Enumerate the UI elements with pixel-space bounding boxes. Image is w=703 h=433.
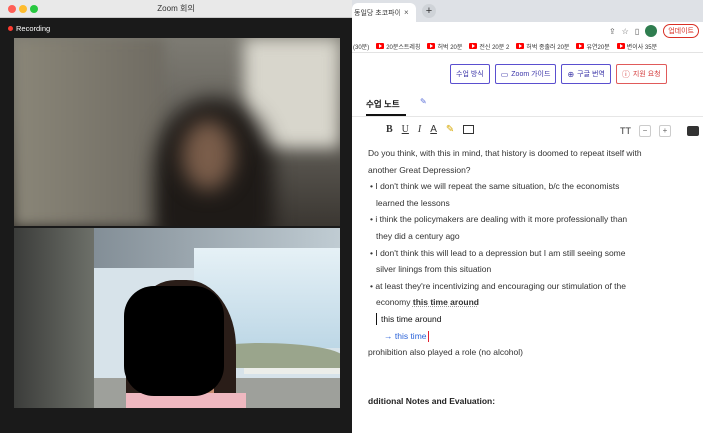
update-button[interactable]: 업데이트 <box>663 24 699 38</box>
toolbar-button-0[interactable]: 수업 방식 <box>450 64 490 84</box>
bookmark-label: 허벅 종출러 20분 <box>526 44 570 51</box>
note-line: prohibition also played a role (no alcoh… <box>368 347 523 358</box>
zoom-titlebar[interactable]: Zoom 회의 <box>0 0 352 18</box>
divider <box>352 116 703 117</box>
note-bullet: • I don't think we will repeat the same … <box>370 181 620 192</box>
tab-strip: 동일당 초코파이 - × + <box>352 0 703 22</box>
bookmark-label: 유연20분 <box>586 44 610 51</box>
bold-phrase: this time around <box>412 297 479 308</box>
decrease-size-button[interactable]: − <box>639 125 651 137</box>
close-tab-icon[interactable]: × <box>404 8 409 17</box>
print-icon[interactable] <box>687 126 699 136</box>
globe-icon: ⊕ <box>567 69 575 79</box>
browser-actions: ⇪ ☆ ▯ 업데이트 <box>609 24 699 38</box>
note-line: economy this time around <box>376 297 479 308</box>
lesson-toolbar: 수업 방식 ▭ Zoom 가이드 ⊕ 구글 번역 ⓘ 지원 요청 <box>450 64 667 84</box>
zoom-window: Zoom 회의 Recording <box>0 0 352 433</box>
video-icon: ▭ <box>500 69 509 79</box>
participant-face-blurred <box>182 120 234 190</box>
toolbar-button-label: 구글 번역 <box>577 71 605 78</box>
bold-button[interactable]: B <box>386 124 393 135</box>
info-icon: ⓘ <box>621 69 630 79</box>
background-wall <box>14 38 164 226</box>
toolbar-button-label: 수업 방식 <box>456 71 484 78</box>
youtube-icon <box>376 43 385 49</box>
toolbar-button-1[interactable]: ▭ Zoom 가이드 <box>494 64 557 84</box>
bookmark-item[interactable]: 20분스트레칭 <box>376 42 420 51</box>
note-line: this time around <box>381 313 442 324</box>
share-icon[interactable]: ⇪ <box>609 27 616 36</box>
format-toolbar: B U I A ✎ <box>386 124 475 135</box>
highlight-icon[interactable]: ✎ <box>446 124 454 135</box>
note-cursor-line: this time around <box>368 311 698 328</box>
note-line: Do you think, with this in mind, that hi… <box>368 148 642 158</box>
note-bullet: • i think the policymakers are dealing w… <box>370 214 628 225</box>
note-bullet: • I don't think this will lead to a depr… <box>370 247 626 258</box>
italic-button[interactable]: I <box>418 124 421 135</box>
notes-editor[interactable]: Do you think, with this in mind, that hi… <box>368 145 698 361</box>
suggestion-line: → this time <box>384 330 429 342</box>
text-caret <box>376 313 377 326</box>
youtube-icon <box>516 43 525 49</box>
bookmark-item[interactable]: 변이사 35분 <box>616 42 658 51</box>
bookmark-item[interactable]: 전신 20분 2 <box>469 42 509 51</box>
background-wall <box>14 228 94 408</box>
edit-icon[interactable]: ✎ <box>420 97 427 106</box>
bookmark-star-icon[interactable]: ☆ <box>622 27 629 36</box>
browser-tab-title: 동일당 초코파이 - <box>354 9 400 17</box>
zoom-window-title: Zoom 회의 <box>157 4 195 13</box>
youtube-icon <box>616 43 625 49</box>
text-size-icon: TT <box>620 126 631 136</box>
address-bar-row: ⇪ ☆ ▯ 업데이트 <box>352 22 703 40</box>
bookmark-label: 전신 20분 2 <box>479 44 510 51</box>
insert-image-icon[interactable] <box>463 125 475 134</box>
youtube-icon <box>427 43 436 49</box>
toolbar-button-3[interactable]: ⓘ 지원 요청 <box>615 64 667 84</box>
profile-avatar[interactable] <box>645 25 658 37</box>
youtube-icon <box>576 43 585 49</box>
bookmark-label: 20분스트레칭 <box>386 44 421 51</box>
underline-button[interactable]: U <box>402 124 409 135</box>
youtube-icon <box>469 43 478 49</box>
increase-size-button[interactable]: + <box>659 125 671 137</box>
browser-window: 동일당 초코파이 - × + ⇪ ☆ ▯ 업데이트 (30분) 20분스트레칭 허벅… <box>352 0 703 433</box>
bookmark-label: (30분) <box>353 44 370 51</box>
bookmark-item[interactable]: 허벅 20분 <box>427 42 462 51</box>
toolbar-button-label: Zoom 가이드 <box>511 71 551 78</box>
bookmark-item[interactable]: 유연20분 <box>576 42 610 51</box>
toolbar-button-label: 지원 요청 <box>632 71 661 78</box>
browser-tab[interactable]: 동일당 초코파이 - × <box>352 3 416 22</box>
toolbar-button-2[interactable]: ⊕ 구글 번역 <box>561 64 611 84</box>
bookmark-label: 허벅 20분 <box>437 44 463 51</box>
recording-label: Recording <box>16 24 51 33</box>
bookmark-item[interactable]: 허벅 종출러 20분 <box>516 42 569 51</box>
bookmarks-bar: (30분) 20분스트레칭 허벅 20분 전신 20분 2 허벅 종출러 20분 유연20… <box>352 40 703 53</box>
recording-dot-icon <box>8 26 13 31</box>
insertion-caret <box>427 330 429 342</box>
note-line: another Great Depression? <box>368 164 471 175</box>
size-toolbar: TT − + <box>620 125 699 137</box>
new-tab-button[interactable]: + <box>422 4 436 18</box>
video-tile-participant-1[interactable] <box>14 38 340 226</box>
additional-notes-heading: dditional Notes and Evaluation: <box>368 396 496 406</box>
font-color-button[interactable]: A <box>430 124 437 135</box>
side-panel-icon[interactable]: ▯ <box>635 27 639 36</box>
background-railing <box>244 368 340 374</box>
face-redaction <box>124 286 224 396</box>
note-line: silver linings from this situation <box>376 264 492 275</box>
recording-indicator: Recording <box>8 24 50 33</box>
note-bullet: • at least they're incentivizing and enc… <box>370 280 626 291</box>
video-tile-participant-2[interactable] <box>14 228 340 408</box>
desktop: Zoom 회의 Recording 동일당 초코파이 × + ⇪ ☆ ▯ 업데이… <box>0 0 703 433</box>
tab-lesson-notes[interactable]: 수업 노트 <box>366 98 400 110</box>
bookmark-item[interactable]: (30분) <box>353 42 369 51</box>
note-line: they did a century ago <box>376 230 460 241</box>
bookmark-label: 변이사 35분 <box>626 44 658 51</box>
note-line: learned the lessons <box>376 197 450 208</box>
